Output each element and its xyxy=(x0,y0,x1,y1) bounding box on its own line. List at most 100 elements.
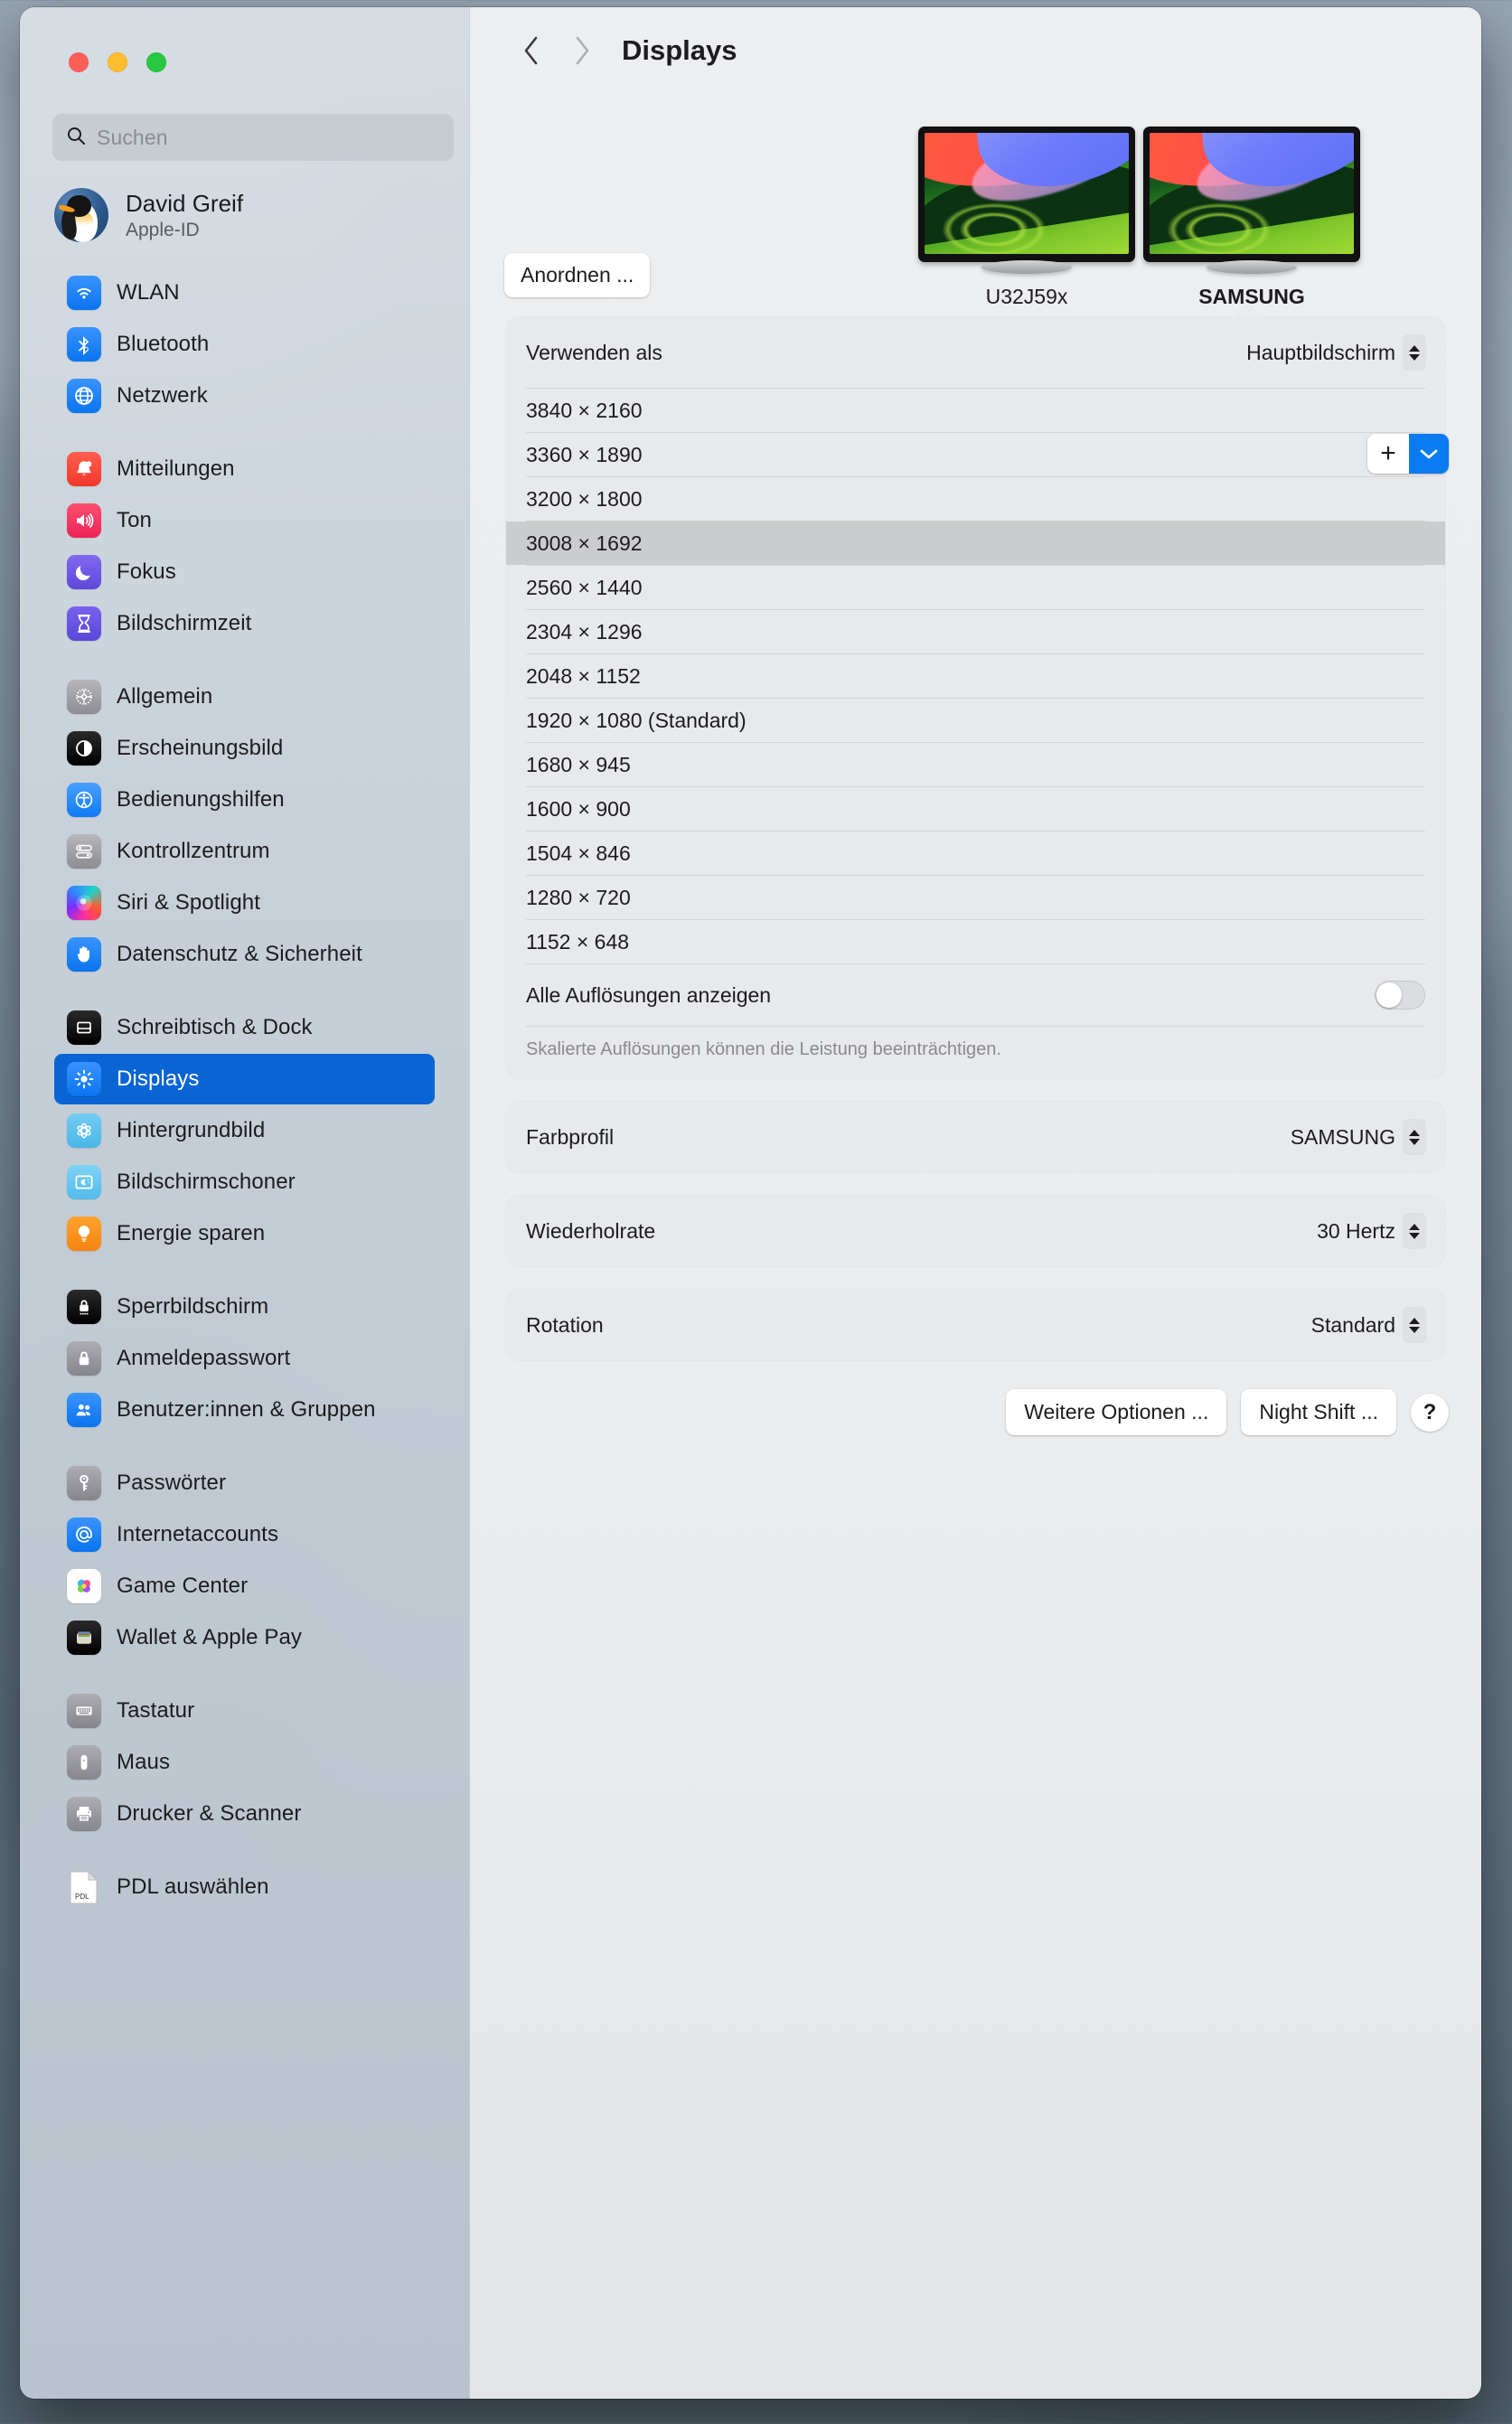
close-button[interactable] xyxy=(69,52,89,72)
sidebar-item-tastatur[interactable]: Tastatur xyxy=(54,1686,435,1736)
add-display-button[interactable]: + xyxy=(1367,434,1409,474)
resolution-option[interactable]: 1920 × 1080 (Standard) xyxy=(506,699,1445,742)
display-thumbnail-2[interactable]: SAMSUNG xyxy=(1143,127,1360,309)
setting-row[interactable]: Farbprofil SAMSUNG xyxy=(506,1102,1445,1172)
sidebar-item-label: Sperrbildschirm xyxy=(117,1294,269,1319)
wallpaper-preview xyxy=(925,133,1129,254)
at-sign-icon xyxy=(67,1517,101,1552)
sidebar-item-erscheinungsbild[interactable]: Erscheinungsbild xyxy=(54,723,435,774)
use-as-value: Hauptbildschirm xyxy=(1246,340,1395,364)
sidebar-item-datenschutz-sicherheit[interactable]: Datenschutz & Sicherheit xyxy=(54,929,435,980)
resolution-option[interactable]: 3840 × 2160 xyxy=(506,389,1445,432)
appearance-icon xyxy=(67,731,101,766)
setting-row[interactable]: Wiederholrate 30 Hertz xyxy=(506,1196,1445,1266)
sidebar-item-bildschirmzeit[interactable]: Bildschirmzeit xyxy=(54,598,435,649)
use-as-row[interactable]: Verwenden als Hauptbildschirm xyxy=(506,317,1445,388)
resolution-option[interactable]: 1600 × 900 xyxy=(506,787,1445,831)
sidebar-item-label: Erscheinungsbild xyxy=(117,736,284,760)
sidebar-item-bildschirmschoner[interactable]: Bildschirmschoner xyxy=(54,1157,435,1207)
sidebar-item-maus[interactable]: Maus xyxy=(54,1737,435,1788)
sidebar-item-internetaccounts[interactable]: Internetaccounts xyxy=(54,1509,435,1560)
apple-id-account-row[interactable]: David Greif Apple-ID xyxy=(54,179,452,251)
content-pane: Displays Anordnen ... U32J59x SAMSUNG + … xyxy=(469,7,1481,2399)
resolution-option[interactable]: 3008 × 1692 xyxy=(506,521,1445,565)
resolution-option[interactable]: 3200 × 1800 xyxy=(506,477,1445,521)
sidebar-item-hintergrundbild[interactable]: Hintergrundbild xyxy=(54,1105,435,1156)
sidebar-item-drucker-scanner[interactable]: Drucker & Scanner xyxy=(54,1789,435,1839)
sidebar-item-sperrbildschirm[interactable]: Sperrbildschirm xyxy=(54,1282,435,1332)
sidebar-item-energie-sparen[interactable]: Energie sparen xyxy=(54,1208,435,1259)
setting-popup[interactable]: 30 Hertz xyxy=(1317,1214,1425,1248)
siri-icon xyxy=(67,886,101,920)
search-field[interactable]: Suchen xyxy=(52,114,454,161)
sidebar-item-label: Tastatur xyxy=(117,1698,195,1723)
sidebar-item-label: Anmeldepasswort xyxy=(117,1346,291,1370)
setting-popup[interactable]: SAMSUNG xyxy=(1291,1120,1425,1154)
add-display-button-group[interactable]: + xyxy=(1367,434,1449,474)
sidebar-item-kontrollzentrum[interactable]: Kontrollzentrum xyxy=(54,826,435,877)
sidebar-item-anmeldepasswort[interactable]: Anmeldepasswort xyxy=(54,1333,435,1384)
wifi-icon xyxy=(67,276,101,310)
resolution-option[interactable]: 3360 × 1890 xyxy=(506,433,1445,476)
sidebar-item-bedienungshilfen[interactable]: Bedienungshilfen xyxy=(54,775,435,825)
sidebar-item-fokus[interactable]: Fokus xyxy=(54,547,435,597)
resolution-option[interactable]: 1280 × 720 xyxy=(506,876,1445,919)
sidebar-item-displays[interactable]: Displays xyxy=(54,1054,435,1104)
sidebar-item-netzwerk[interactable]: Netzwerk xyxy=(54,371,435,421)
setting-card: Farbprofil SAMSUNG xyxy=(506,1102,1445,1172)
nav-group-separator xyxy=(54,1436,435,1458)
nav-group-separator xyxy=(54,1664,435,1686)
stepper-icon xyxy=(1404,1120,1425,1154)
stepper-icon xyxy=(1404,335,1425,370)
use-as-popup[interactable]: Hauptbildschirm xyxy=(1246,335,1425,370)
forward-button[interactable] xyxy=(557,25,607,76)
chevron-down-icon[interactable] xyxy=(1409,434,1449,474)
resolution-option[interactable]: 2560 × 1440 xyxy=(506,566,1445,609)
display-thumbnail-1[interactable]: U32J59x xyxy=(918,127,1135,309)
keyboard-icon xyxy=(67,1694,101,1728)
sidebar-item-siri-spotlight[interactable]: Siri & Spotlight xyxy=(54,878,435,928)
resolution-option[interactable]: 1152 × 648 xyxy=(506,920,1445,963)
page-title: Displays xyxy=(622,34,737,66)
sidebar-item-label: Mitteilungen xyxy=(117,456,235,481)
setting-row[interactable]: Rotation Standard xyxy=(506,1290,1445,1360)
sidebar-item-benutzer-innen-gruppen[interactable]: Benutzer:innen & Gruppen xyxy=(54,1385,435,1435)
more-options-button[interactable]: Weitere Optionen ... xyxy=(1006,1389,1227,1435)
zoom-button[interactable] xyxy=(146,52,166,72)
sidebar-item-wallet-apple-pay[interactable]: Wallet & Apple Pay xyxy=(54,1612,435,1663)
arrange-displays-button[interactable]: Anordnen ... xyxy=(504,253,651,297)
wallet-icon xyxy=(67,1621,101,1655)
sidebar-item-label: Maus xyxy=(117,1750,171,1774)
lightbulb-icon xyxy=(67,1217,101,1251)
sidebar-item-allgemein[interactable]: Allgemein xyxy=(54,672,435,722)
sidebar-item-label: Benutzer:innen & Gruppen xyxy=(117,1397,376,1422)
resolution-option[interactable]: 2048 × 1152 xyxy=(506,654,1445,698)
monitor-frame xyxy=(1143,127,1360,262)
nav-group-separator xyxy=(54,422,435,444)
sidebar-item-label: PDL auswählen xyxy=(117,1874,269,1899)
resolution-option[interactable]: 1504 × 846 xyxy=(506,831,1445,875)
sidebar-item-passw-rter[interactable]: Passwörter xyxy=(54,1458,435,1508)
sidebar-item-label: Game Center xyxy=(117,1574,249,1598)
sidebar-item-game-center[interactable]: Game Center xyxy=(54,1561,435,1611)
resolution-option[interactable]: 2304 × 1296 xyxy=(506,610,1445,653)
help-button[interactable]: ? xyxy=(1411,1393,1449,1432)
resolution-option[interactable]: 1680 × 945 xyxy=(506,743,1445,786)
back-button[interactable] xyxy=(506,25,557,76)
sidebar-item-bluetooth[interactable]: Bluetooth xyxy=(54,319,435,370)
sidebar-item-wlan[interactable]: WLAN xyxy=(54,268,435,318)
sidebar-item-schreibtisch-dock[interactable]: Schreibtisch & Dock xyxy=(54,1002,435,1053)
nav-group-separator xyxy=(54,1840,435,1862)
show-all-resolutions-row[interactable]: Alle Auflösungen anzeigen xyxy=(506,964,1445,1026)
gear-icon xyxy=(67,680,101,714)
setting-popup[interactable]: Standard xyxy=(1311,1308,1425,1342)
search-placeholder: Suchen xyxy=(97,125,168,149)
sidebar-item-label: Bildschirmzeit xyxy=(117,611,252,635)
sidebar-item-pdl-ausw-hlen[interactable]: PDL PDL auswählen xyxy=(54,1862,435,1912)
resolution-card: Verwenden als Hauptbildschirm 3840 × 216… xyxy=(506,317,1445,1078)
sidebar-item-mitteilungen[interactable]: Mitteilungen xyxy=(54,444,435,494)
sidebar-item-ton[interactable]: Ton xyxy=(54,495,435,546)
show-all-resolutions-toggle[interactable] xyxy=(1375,981,1425,1010)
minimize-button[interactable] xyxy=(108,52,127,72)
night-shift-button[interactable]: Night Shift ... xyxy=(1241,1389,1396,1435)
